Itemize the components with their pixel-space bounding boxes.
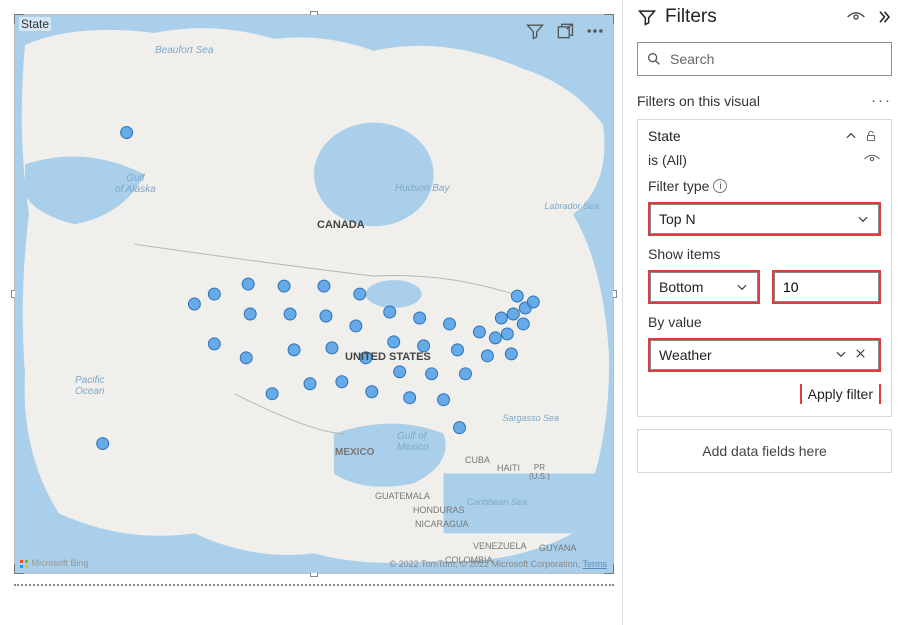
apply-filter-button[interactable]: Apply filter [802,382,879,406]
search-icon [646,51,662,67]
map-terms-link[interactable]: Terms [583,559,608,569]
chevron-down-icon [735,280,749,294]
show-items-label: Show items [648,246,720,262]
filter-summary: is (All) [648,152,687,168]
filters-section-title: Filters on this visual [637,93,760,109]
lock-filter-icon[interactable] [861,128,881,144]
filters-pane: Filters Filters on this visual ··· State [622,0,904,625]
show-items-count-input[interactable] [774,272,879,302]
map-attribution-right: © 2022 TomTom, © 2022 Microsoft Corporat… [389,559,607,569]
info-icon[interactable]: i [713,179,727,193]
filter-card-state: State is (All) Filter type i [637,119,892,417]
map-attribution-left: Microsoft Bing [19,558,89,569]
show-pane-icon[interactable] [846,10,866,24]
by-value-field-name: Weather [659,347,831,363]
filter-type-label: Filter type [648,178,709,194]
by-value-remove-icon[interactable] [851,347,870,363]
chevron-down-icon [856,212,870,226]
filter-search-box[interactable] [637,42,892,76]
collapse-filter-icon[interactable] [841,129,861,143]
show-items-direction-value: Bottom [659,279,735,295]
filter-type-select[interactable]: Top N [650,204,879,234]
collapse-pane-icon[interactable] [874,8,892,26]
filters-pane-title: Filters [665,6,838,28]
filter-field-name: State [648,128,681,144]
show-items-direction-select[interactable]: Bottom [650,272,758,302]
by-value-field-well[interactable]: Weather [650,340,879,370]
by-value-chevron-icon[interactable] [831,347,851,364]
map-canvas[interactable] [15,15,613,573]
filters-section-more-icon[interactable]: ··· [871,92,892,109]
by-value-label: By value [648,314,702,330]
more-options-icon[interactable] [585,21,605,41]
dropzone-label: Add data fields here [702,443,827,459]
add-data-fields-dropzone[interactable]: Add data fields here [637,429,892,473]
focus-mode-icon[interactable] [555,21,575,41]
visual-toolbar [525,21,605,41]
visual-title: State [19,17,51,31]
filter-icon[interactable] [525,21,545,41]
report-canvas: State [0,0,622,625]
canvas-divider [14,584,614,586]
filters-pane-icon [637,7,657,27]
hide-filter-icon[interactable] [863,152,881,168]
filter-type-value: Top N [659,211,856,227]
map-visual[interactable]: State [14,14,614,574]
filter-search-input[interactable] [668,50,883,68]
